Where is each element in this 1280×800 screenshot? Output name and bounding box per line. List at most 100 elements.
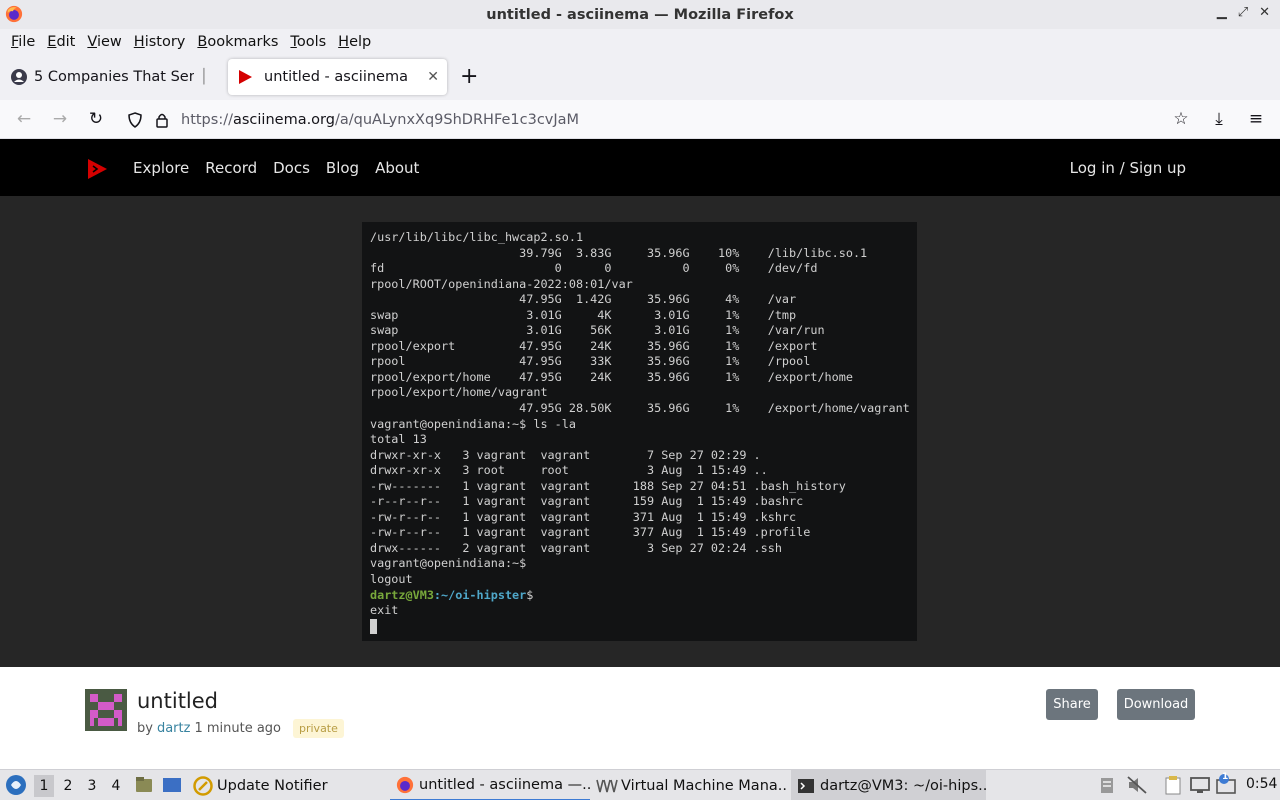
clipboard-icon[interactable] xyxy=(1099,776,1115,794)
by-label: by xyxy=(137,721,153,736)
minimize-button[interactable]: ▁ xyxy=(1217,5,1227,20)
navigation-bar: ← → ↻ https://asciinema.org/a/quALynxXq9… xyxy=(0,100,1280,139)
terminal-line: rpool/export/home/vagrant xyxy=(370,385,548,400)
terminal-line: -r--r--r-- 1 vagrant vagrant 159 Aug 1 1… xyxy=(370,494,804,509)
taskbar-terminal[interactable]: dartz@VM3: ~/oi-hips... xyxy=(791,770,986,800)
terminal-prompt-line: dartz@VM3:~/oi-hipster$ xyxy=(370,588,917,604)
tab-label: untitled - asciinema xyxy=(264,69,408,85)
terminal-line: swap 3.01G 56K 3.01G 1% /var/run xyxy=(370,323,825,338)
terminal-line: exit xyxy=(370,603,399,618)
workspace-1[interactable]: 1 xyxy=(34,775,54,797)
taskbar: 1 2 3 4 Update Notifier untitled - ascii… xyxy=(0,769,1280,800)
menu-history[interactable]: History xyxy=(129,34,191,50)
login-link[interactable]: Log in / Sign up xyxy=(1070,159,1186,177)
volume-muted-icon[interactable] xyxy=(1127,776,1147,794)
terminal-player[interactable]: /usr/lib/libc/libc_hwcap2.so.1 39.79G 3.… xyxy=(362,222,917,641)
user-icon xyxy=(11,69,27,85)
asciinema-tab-icon xyxy=(239,70,252,84)
forward-icon[interactable]: → xyxy=(49,108,71,130)
menu-file[interactable]: File xyxy=(6,34,40,50)
terminal-line: fd 0 0 0 0% /dev/fd xyxy=(370,261,818,276)
share-button[interactable]: Share xyxy=(1046,689,1098,720)
terminal-line: /usr/lib/libc/libc_hwcap2.so.1 xyxy=(370,230,584,244)
tab-companies[interactable]: 5 Companies That Send ▏ xyxy=(8,59,222,95)
back-icon[interactable]: ← xyxy=(13,108,35,130)
menu-bar: File Edit View History Bookmarks Tools H… xyxy=(0,29,1280,54)
download-button[interactable]: Download xyxy=(1117,689,1195,720)
tab-close-icon[interactable]: ✕ xyxy=(427,69,439,85)
nav-record[interactable]: Record xyxy=(205,159,257,177)
author-link[interactable]: dartz xyxy=(157,721,190,736)
close-window-button[interactable]: ✕ xyxy=(1259,5,1270,20)
file-manager-icon[interactable] xyxy=(135,776,153,794)
nav-docs[interactable]: Docs xyxy=(273,159,310,177)
page-content: Explore Record Docs Blog About Log in / … xyxy=(0,139,1280,769)
menu-edit[interactable]: Edit xyxy=(42,34,80,50)
nav-about[interactable]: About xyxy=(375,159,419,177)
terminal-line: 47.95G 1.42G 35.96G 4% /var xyxy=(370,292,797,307)
notes-icon[interactable] xyxy=(1164,775,1182,795)
taskbar-virt-manager[interactable]: Virtual Machine Mana... xyxy=(592,770,787,800)
firefox-icon xyxy=(5,5,23,23)
terminal-line: rpool 47.95G 33K 35.96G 1% /rpool xyxy=(370,354,811,369)
terminal-line: rpool/ROOT/openindiana-2022:08:01/var xyxy=(370,276,633,291)
terminal-line: vagrant@openindiana:~$ xyxy=(370,556,527,571)
bookmark-star-icon[interactable]: ☆ xyxy=(1170,108,1192,130)
terminal-line: drwxr-xr-x 3 root root 3 Aug 1 15:49 .. xyxy=(370,463,768,478)
tab-bar: 5 Companies That Send ▏ untitled - ascii… xyxy=(0,54,1280,100)
notification-count: 1 xyxy=(1222,772,1229,782)
workspace-3[interactable]: 3 xyxy=(82,775,102,797)
url-bar[interactable]: https://asciinema.org/a/quALynxXq9ShDRHF… xyxy=(118,104,1204,135)
window-title: untitled - asciinema — Mozilla Firefox xyxy=(486,6,794,23)
privacy-badge: private xyxy=(293,719,344,738)
maximize-button[interactable]: ⤢ xyxy=(1238,5,1248,20)
nav-blog[interactable]: Blog xyxy=(326,159,359,177)
menu-help[interactable]: Help xyxy=(333,34,376,50)
start-menu-icon[interactable] xyxy=(5,774,27,796)
avatar[interactable] xyxy=(85,689,127,731)
taskbar-item-label: dartz@VM3: ~/oi-hips... xyxy=(820,777,986,794)
clock[interactable]: 0:54 xyxy=(1246,776,1277,792)
taskbar-item-label: Virtual Machine Mana... xyxy=(621,777,787,794)
terminal-line: -rw-r--r-- 1 vagrant vagrant 377 Aug 1 1… xyxy=(370,525,811,540)
workspace-4[interactable]: 4 xyxy=(106,775,126,797)
taskbar-item-label: Update Notifier xyxy=(217,777,328,794)
menu-view[interactable]: View xyxy=(82,34,126,50)
desktop-icon[interactable] xyxy=(162,776,182,794)
terminal-line: rpool/export 47.95G 24K 35.96G 1% /expor… xyxy=(370,338,818,353)
recording-info: untitled by dartz 1 minute ago private S… xyxy=(0,667,1280,769)
tab-label: 5 Companies That Send xyxy=(34,69,194,85)
reload-icon[interactable]: ↻ xyxy=(85,108,107,130)
recording-meta: by dartz 1 minute ago private xyxy=(137,719,344,738)
prompt-symbol: $ xyxy=(526,587,534,602)
terminal-line: drwxr-xr-x 3 vagrant vagrant 7 Sep 27 02… xyxy=(370,447,761,462)
site-header: Explore Record Docs Blog About Log in / … xyxy=(0,139,1280,196)
new-tab-button[interactable]: + xyxy=(460,65,478,89)
shield-icon[interactable] xyxy=(127,111,143,128)
download-icon[interactable]: ⤓ xyxy=(1208,108,1230,130)
recording-title: untitled xyxy=(137,689,219,713)
tab-close-icon[interactable]: ▏ xyxy=(203,69,214,85)
terminal-line: drwx------ 2 vagrant vagrant 3 Sep 27 02… xyxy=(370,540,782,555)
taskbar-update-notifier[interactable]: Update Notifier xyxy=(193,770,378,800)
taskbar-firefox[interactable]: untitled - asciinema —... xyxy=(390,770,590,800)
terminal-line: total 13 xyxy=(370,432,427,447)
terminal-line: -rw------- 1 vagrant vagrant 188 Sep 27 … xyxy=(370,478,846,493)
asciinema-logo[interactable] xyxy=(86,158,108,180)
tab-asciinema[interactable]: untitled - asciinema ✕ xyxy=(228,59,447,95)
menu-bookmarks[interactable]: Bookmarks xyxy=(192,34,283,50)
virt-manager-icon xyxy=(596,779,618,792)
nav-explore[interactable]: Explore xyxy=(133,159,189,177)
workspace-2[interactable]: 2 xyxy=(58,775,78,797)
firefox-icon xyxy=(396,776,414,793)
hamburger-menu-icon[interactable]: ≡ xyxy=(1245,108,1267,130)
terminal-line: rpool/export/home 47.95G 24K 35.96G 1% /… xyxy=(370,369,853,384)
display-icon[interactable] xyxy=(1190,776,1210,794)
terminal-cursor-line xyxy=(370,618,917,635)
lock-icon[interactable] xyxy=(154,112,170,128)
terminal-line: swap 3.01G 4K 3.01G 1% /tmp xyxy=(370,307,797,322)
url-text[interactable]: https://asciinema.org/a/quALynxXq9ShDRHF… xyxy=(181,112,579,128)
site-nav: Explore Record Docs Blog About xyxy=(133,159,419,177)
menu-tools[interactable]: Tools xyxy=(285,34,331,50)
window-titlebar: untitled - asciinema — Mozilla Firefox ▁… xyxy=(0,0,1280,29)
